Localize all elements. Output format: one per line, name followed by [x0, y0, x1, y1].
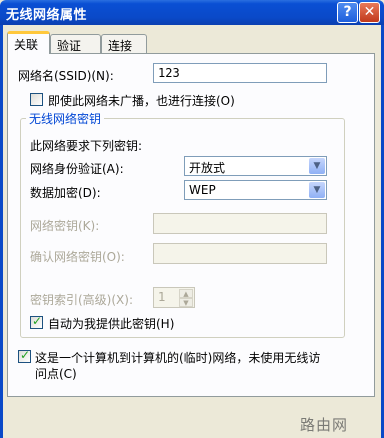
key-required-text: 此网络要求下列密钥: [30, 139, 143, 153]
adhoc-label-line1: 这是一个计算机到计算机的(临时)网络，未使用无线访 [35, 351, 321, 365]
network-key-input[interactable] [153, 213, 327, 234]
spin-up-icon[interactable]: ▲ [179, 289, 193, 298]
ssid-label: 网络名(SSID)(N): [18, 69, 114, 83]
auth-select-value: 开放式 [189, 161, 226, 175]
confirm-key-label: 确认网络密钥(O): [30, 250, 125, 264]
key-index-label: 密钥索引(高级)(X): [30, 293, 133, 307]
auto-key-checkbox[interactable] [30, 314, 43, 329]
encryption-select-value: WEP [189, 183, 216, 197]
window-title: 无线网络属性 [6, 8, 88, 23]
chevron-down-icon: ▼ [309, 158, 325, 174]
encryption-select[interactable]: WEP ▼ [184, 180, 327, 200]
key-index-stepper[interactable]: 1 ▲ ▼ [153, 287, 195, 308]
auth-label: 网络身份验证(A): [30, 162, 124, 176]
encryption-label: 数据加密(D): [30, 186, 101, 200]
network-key-label: 网络密钥(K): [30, 219, 100, 233]
auth-select[interactable]: 开放式 ▼ [184, 156, 327, 176]
spin-down-icon[interactable]: ▼ [179, 298, 193, 307]
wireless-key-group-title: 无线网络密钥 [26, 110, 105, 127]
tab-authentication[interactable]: 验证 [50, 34, 101, 54]
chevron-down-icon: ▼ [309, 182, 325, 198]
tab-association[interactable]: 关联 [7, 31, 50, 54]
key-index-value: 1 [158, 290, 166, 304]
ssid-input[interactable]: 123 [153, 63, 327, 83]
watermark-logo: 路由网 [300, 416, 349, 434]
tab-connection[interactable]: 连接 [101, 34, 147, 54]
adhoc-label-line2: 问点(C) [35, 367, 77, 381]
auto-key-label: 自动为我提供此密钥(H) [48, 317, 175, 331]
help-button[interactable]: ? [337, 2, 358, 23]
adhoc-checkbox[interactable] [18, 348, 31, 363]
broadcast-checkbox[interactable] [30, 93, 43, 106]
confirm-key-input[interactable] [153, 243, 327, 264]
broadcast-checkbox-label: 即使此网络未广播，也进行连接(O) [48, 94, 235, 108]
close-button[interactable]: ✕ [359, 2, 380, 23]
title-bar: 无线网络属性 ? ✕ [0, 0, 384, 25]
